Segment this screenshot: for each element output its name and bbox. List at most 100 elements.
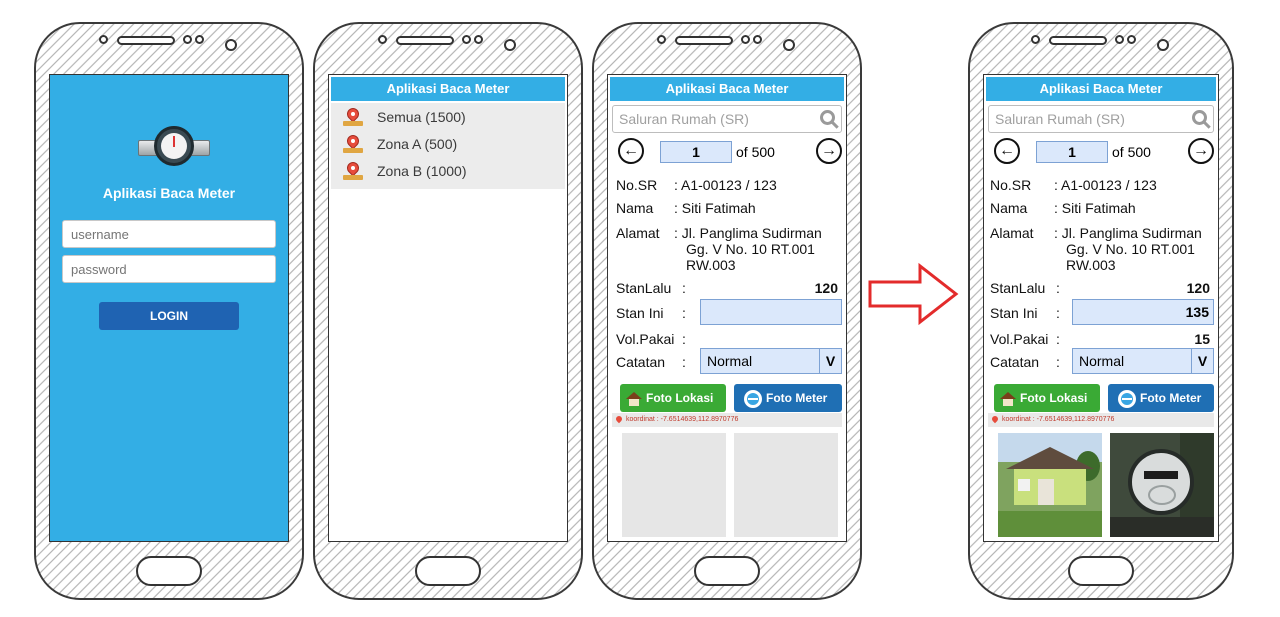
value-alamat-1: : Jl. Panglima Sudirman [1054,225,1202,241]
map-pin-icon [343,105,363,126]
label-volpakai: Vol.Pakai [990,331,1049,347]
page-number-input[interactable]: 1 [660,141,732,163]
dropdown-arrow-icon[interactable]: V [1191,349,1213,373]
search-input[interactable]: Saluran Rumah (SR) [988,105,1214,133]
photo-lokasi-house[interactable] [998,433,1102,537]
foto-lokasi-button[interactable]: Foto Lokasi [994,384,1100,412]
water-meter-logo-icon [138,123,210,173]
house-icon [626,391,642,406]
foto-lokasi-button[interactable]: Foto Lokasi [620,384,726,412]
row-nama: Nama: Siti Fatimah [990,200,1210,218]
photo-meter-placeholder[interactable] [734,433,838,537]
catatan-value: Normal [1079,353,1125,369]
colon: : [1056,280,1060,296]
app-bar-title: Aplikasi Baca Meter [986,77,1216,101]
foto-meter-button[interactable]: Foto Meter [734,384,842,412]
page-total: of 500 [736,144,775,160]
photo-lokasi-placeholder[interactable] [622,433,726,537]
search-placeholder: Saluran Rumah (SR) [619,111,749,127]
phone-speaker [99,33,239,51]
location-pin-icon [614,414,624,424]
catatan-select[interactable]: Normal V [700,348,842,374]
prev-arrow-icon[interactable]: ← [618,138,644,164]
label-stanini: Stan Ini [990,305,1038,321]
page-number-input[interactable]: 1 [1036,141,1108,163]
value-alamat-2: Gg. V No. 10 RT.001 [686,241,815,257]
page-total: of 500 [1112,144,1151,160]
stan-ini-input[interactable] [700,299,842,325]
search-input[interactable]: Saluran Rumah (SR) [612,105,842,133]
login-app-title: Aplikasi Baca Meter [102,185,236,201]
label-stanlalu: StanLalu [990,280,1046,296]
login-button[interactable]: LOGIN [99,302,239,330]
row-stanlalu: StanLalu: 120 [616,280,838,298]
label-volpakai: Vol.Pakai [616,331,675,347]
house-icon [1000,391,1016,406]
stan-ini-value: 135 [1185,304,1209,320]
value-stanlalu: 120 [814,280,838,296]
right-arrow-icon [868,262,959,326]
foto-meter-label: Foto Meter [766,391,828,405]
next-arrow-icon[interactable]: → [816,138,842,164]
zone-label: Zona B (1000) [377,162,467,179]
zone-item[interactable]: Zona B (1000) [331,157,565,184]
row-nama: Nama : Siti Fatimah [616,200,838,218]
location-pin-icon [990,414,1000,424]
colon: : [1056,354,1060,370]
label-stanini: Stan Ini [616,305,664,321]
row-volpakai: Vol.Pakai: [616,331,838,349]
value-alamat-3: RW.003 [1066,257,1116,273]
home-button[interactable] [136,556,202,586]
map-pin-icon [343,159,363,180]
catatan-select[interactable]: Normal V [1072,348,1214,374]
meter-icon [1118,389,1136,408]
phone-detail-empty: Aplikasi Baca Meter Saluran Rumah (SR) ←… [592,22,862,600]
map-pin-icon [343,132,363,153]
row-nosr: No.SR: A1-00123 / 123 [990,177,1210,195]
label-nosr: No.SR [990,177,1032,193]
foto-meter-button[interactable]: Foto Meter [1108,384,1214,412]
detail-screen-filled: Aplikasi Baca Meter Saluran Rumah (SR) ←… [983,74,1219,542]
username-input[interactable] [62,220,276,248]
password-input[interactable] [62,255,276,283]
row-volpakai: Vol.Pakai: 15 [990,331,1210,349]
prev-arrow-icon[interactable]: ← [994,138,1020,164]
home-button[interactable] [415,556,481,586]
foto-meter-label: Foto Meter [1140,391,1202,405]
zone-list: Semua (1500) Zona A (500) Zona B (1000) [331,103,565,189]
zone-label: Semua (1500) [377,108,466,125]
phone-detail-filled: Aplikasi Baca Meter Saluran Rumah (SR) ←… [968,22,1234,600]
next-arrow-icon[interactable]: → [1188,138,1214,164]
home-button[interactable] [694,556,760,586]
phone-zone-list: Aplikasi Baca Meter Semua (1500) Zona A … [313,22,583,600]
search-placeholder: Saluran Rumah (SR) [995,111,1125,127]
colon: : [682,331,686,347]
value-stanlalu: 120 [1186,280,1210,296]
value-volpakai: 15 [1194,331,1210,347]
colon: : [682,280,686,296]
stan-ini-input[interactable]: 135 [1072,299,1214,325]
meter-icon [744,389,762,408]
pager: ← 1 of 500 → [618,136,842,166]
detail-screen: Aplikasi Baca Meter Saluran Rumah (SR) ←… [607,74,847,542]
value-alamat-2: Gg. V No. 10 RT.001 [1066,241,1195,257]
phone-speaker [378,33,518,51]
zone-item[interactable]: Zona A (500) [331,130,565,157]
label-nama: Nama [616,200,654,216]
row-nosr: No.SR: A1-00123 / 123 [616,177,838,195]
home-button[interactable] [1068,556,1134,586]
pager: ← 1 of 500 → [994,136,1214,166]
dropdown-arrow-icon[interactable]: V [819,349,841,373]
foto-lokasi-label: Foto Lokasi [1020,391,1088,405]
label-nosr: No.SR [616,177,658,193]
catatan-value: Normal [707,353,753,369]
photo-water-meter[interactable] [1110,433,1214,537]
row-alamat: Alamat: Jl. Panglima Sudirman Gg. V No. 1… [990,225,1210,279]
phone-login: Aplikasi Baca Meter LOGIN [34,22,304,600]
koordinat-value: koordinat : -7.6514639,112.8970776 [1002,416,1115,423]
colon: : [682,354,686,370]
value-nama: : Siti Fatimah [674,200,756,216]
zone-item[interactable]: Semua (1500) [331,103,565,130]
foto-lokasi-label: Foto Lokasi [646,391,714,405]
login-screen: Aplikasi Baca Meter LOGIN [49,74,289,542]
